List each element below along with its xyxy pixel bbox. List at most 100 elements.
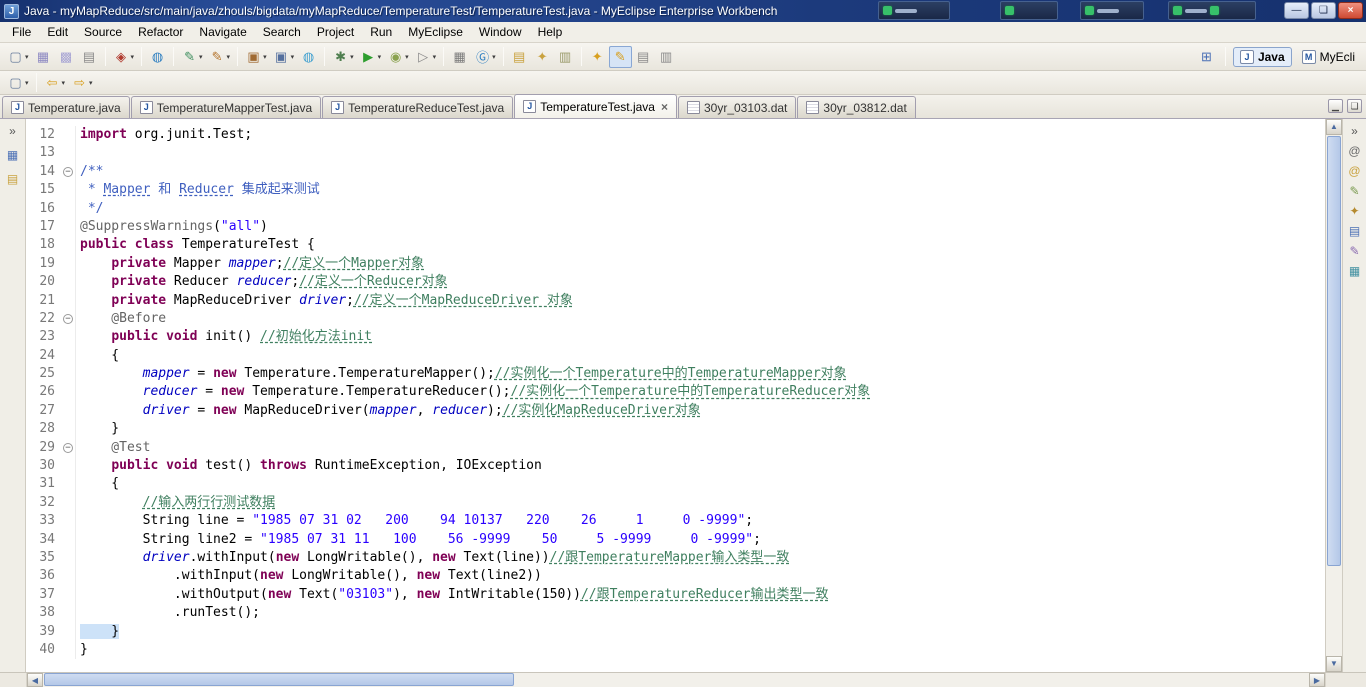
menu-file[interactable]: File [4,23,39,41]
back-icon[interactable]: ⇦ ▾ [41,72,69,94]
editor-presentation-icon[interactable]: ▢ ▾ [4,72,32,94]
tab-temperaturetest-java[interactable]: J TemperatureTest.java × [514,94,677,118]
myeclipse-deploy-icon[interactable]: ◈ ▾ [110,46,138,68]
scroll-down-icon[interactable]: ▼ [1326,656,1342,672]
open-web-page-icon[interactable]: ▤ [508,46,531,68]
db-explorer-icon[interactable]: ▦ [448,46,471,68]
new-web-component-icon[interactable]: ✎ ▾ [206,46,234,68]
maximize-editor-icon[interactable]: ❏ [1347,99,1362,113]
run-icon[interactable]: ▶ ▾ [357,46,385,68]
horizontal-scroll-thumb[interactable] [44,673,514,686]
new-wizard-icon[interactable]: ▢ ▾ [4,46,32,68]
code-line[interactable]: 26 reducer = new Temperature.Temperature… [26,383,1325,402]
tab-temperaturemappertest-java[interactable]: J TemperatureMapperTest.java [130,96,322,118]
minimize-button[interactable]: — [1284,2,1309,19]
menu-navigate[interactable]: Navigate [191,23,254,41]
new-java-class-icon[interactable]: ✎ ▾ [178,46,206,68]
code-editor[interactable]: 12 import org.junit.Test; 13 14−/** 15 * Map… [26,119,1325,672]
open-perspective-icon[interactable]: ⊞ [1195,46,1218,68]
snippets-view-icon[interactable]: ✎ [1345,241,1365,261]
tab-temperature-java[interactable]: J Temperature.java [2,96,130,118]
forward-icon[interactable]: ⇨ ▾ [68,72,96,94]
code-line[interactable]: 16 */ [26,199,1325,218]
fold-collapse-icon[interactable]: − [63,313,73,324]
menu-myeclipse[interactable]: MyEclipse [400,23,471,41]
menu-source[interactable]: Source [76,23,130,41]
declaration-view-icon[interactable]: ✎ [1345,181,1365,201]
vertical-scrollbar[interactable]: ▲ ▼ [1325,119,1342,672]
menu-refactor[interactable]: Refactor [130,23,191,41]
scroll-right-icon[interactable]: ▶ [1309,673,1325,687]
code-line[interactable]: 38 .runTest(); [26,604,1325,623]
search-view-icon[interactable]: ✦ [1345,201,1365,221]
code-line[interactable]: 39 } [26,622,1325,641]
code-line[interactable]: 23 public void init() //初始化方法init [26,328,1325,347]
report-design-icon[interactable]: ▥ [554,46,577,68]
restore-explorer-views-icon[interactable]: » [3,121,23,141]
restore-views-icon[interactable]: » [1345,121,1365,141]
tab-temperaturereducetest-java[interactable]: J TemperatureReduceTest.java [322,96,514,118]
scroll-left-icon[interactable]: ◀ [27,673,43,687]
code-line[interactable]: 17 @SuppressWarnings("all") [26,217,1325,237]
menu-run[interactable]: Run [362,23,400,41]
vertical-scroll-thumb[interactable] [1327,136,1341,566]
code-line[interactable]: 40} [26,640,1325,660]
code-line[interactable]: 30 public void test() throws RuntimeExce… [26,457,1325,476]
code-line[interactable]: 33 String line = "1985 07 31 02 200 94 1… [26,512,1325,531]
package-explorer-icon[interactable]: ▦ [3,145,23,165]
fold-collapse-icon[interactable]: − [63,442,73,453]
tab-30yr-03812-dat[interactable]: 30yr_03812.dat [797,96,916,118]
scroll-up-icon[interactable]: ▲ [1326,119,1342,135]
web-browser-icon[interactable]: ◍ [146,46,169,68]
mark-occurrences-icon[interactable]: ✎ [608,45,632,68]
search-icon[interactable]: ✦ [586,46,609,68]
code-line[interactable]: 35 driver.withInput(new LongWritable(), … [26,548,1325,568]
external-tools-icon[interactable]: ▷ ▾ [412,46,440,68]
tab-30yr-03103-dat[interactable]: 30yr_03103.dat [677,96,797,118]
print-icon[interactable]: ▤ [78,46,101,68]
show-source-icon[interactable]: ▥ [655,46,678,68]
fold-collapse-icon[interactable]: − [63,166,73,177]
save-all-icon[interactable]: ▩ [55,46,78,68]
annotations-view-icon[interactable]: @ [1345,141,1365,161]
code-line[interactable]: 27 driver = new MapReduceDriver(mapper, … [26,401,1325,421]
war-file-icon[interactable]: ▣ ▾ [270,46,298,68]
perspective-java[interactable]: J Java [1232,46,1292,67]
code-line[interactable]: 15 * Mapper 和 Reducer 集成起来测试 [26,181,1325,200]
navigator-folder-icon[interactable]: ▤ [3,169,23,189]
close-tab-icon[interactable]: × [661,101,668,113]
menu-help[interactable]: Help [530,23,571,41]
browser-g-icon[interactable]: Ⓖ ▾ [471,46,499,68]
code-line[interactable]: 32 //输入两行行测试数据 [26,493,1325,513]
code-line[interactable]: 25 mapper = new Temperature.TemperatureM… [26,365,1325,384]
menu-window[interactable]: Window [471,23,530,41]
code-line[interactable]: 13 [26,144,1325,163]
coverage-icon[interactable]: ◉ ▾ [384,46,412,68]
horizontal-scrollbar[interactable]: ◀ ▶ [27,673,1325,687]
outline-view-icon[interactable]: ▦ [1345,261,1365,281]
code-line[interactable]: 22− @Before [26,309,1325,329]
code-line[interactable]: 20 private Reducer reducer;//定义一个Reducer… [26,273,1325,292]
code-line[interactable]: 37 .withOutput(new Text("03103"), new In… [26,585,1325,605]
code-line[interactable]: 28 } [26,420,1325,439]
code-line[interactable]: 29− @Test [26,438,1325,458]
menu-search[interactable]: Search [255,23,309,41]
maximize-button[interactable]: ❏ [1311,2,1336,19]
internal-browser-icon[interactable]: ◍ [297,46,320,68]
close-button[interactable]: × [1338,2,1363,19]
debug-icon[interactable]: ✱ ▾ [329,46,357,68]
code-line[interactable]: 18 public class TemperatureTest { [26,236,1325,255]
code-line[interactable]: 34 String line2 = "1985 07 31 11 100 56 … [26,530,1325,549]
minimize-editor-icon[interactable]: ▁ [1328,99,1343,113]
code-line[interactable]: 14−/** [26,162,1325,182]
jar-file-icon[interactable]: ▣ ▾ [242,46,270,68]
code-line[interactable]: 31 { [26,475,1325,494]
perspective-myecli[interactable]: M MyEcli [1295,47,1362,67]
code-line[interactable]: 19 private Mapper mapper;//定义一个Mapper对象 [26,254,1325,274]
menu-edit[interactable]: Edit [39,23,76,41]
console-view-icon[interactable]: ▤ [1345,221,1365,241]
code-line[interactable]: 21 private MapReduceDriver driver;//定义一个… [26,291,1325,310]
javadoc-view-icon[interactable]: @ [1345,161,1365,181]
menu-project[interactable]: Project [309,23,362,41]
show-annotations-icon[interactable]: ▤ [632,46,655,68]
